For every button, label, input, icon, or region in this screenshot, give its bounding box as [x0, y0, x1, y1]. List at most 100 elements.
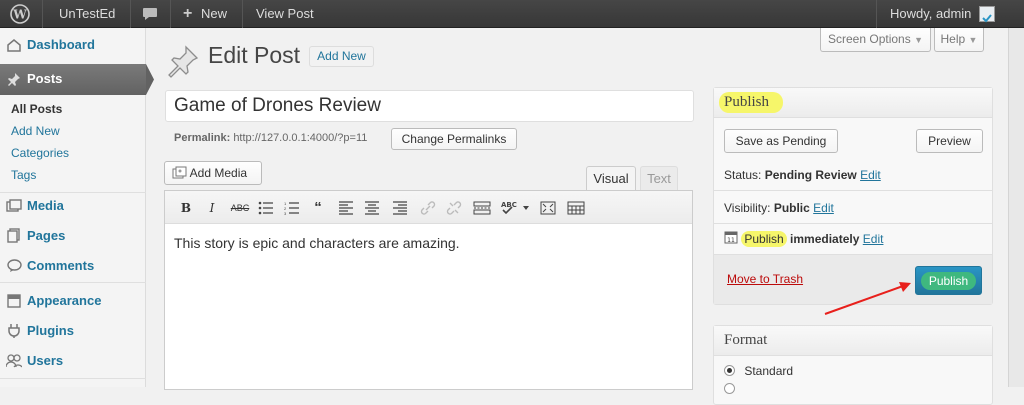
sidebar-item-pages[interactable]: Pages: [0, 221, 146, 251]
greeting-text: Howdy, admin: [890, 6, 972, 21]
submenu-all-posts[interactable]: All Posts: [11, 102, 62, 116]
page-title: Edit Post: [208, 42, 301, 68]
admin-bar: W UnTestEd + New View Post Howdy, admin: [0, 0, 1024, 28]
status-label: Status:: [724, 168, 762, 182]
fullscreen-icon[interactable]: [539, 197, 557, 219]
sidebar-item-label: Posts: [27, 71, 63, 86]
comments-icon: [6, 251, 22, 284]
add-new-post-button[interactable]: Add New: [309, 46, 374, 67]
numbered-list-icon[interactable]: 123: [283, 197, 301, 219]
caret-down-icon: ▼: [968, 35, 978, 45]
format-option-next[interactable]: [724, 382, 735, 397]
permalink-url[interactable]: http://127.0.0.1:4000/?p=11: [233, 132, 367, 144]
status-divider: [714, 190, 992, 191]
sidebar-item-dashboard[interactable]: Dashboard: [0, 30, 146, 60]
svg-text:3: 3: [284, 211, 287, 215]
publish-button-label: Publish: [920, 272, 977, 290]
blockquote-icon[interactable]: “: [309, 197, 327, 219]
screen-options-button[interactable]: Screen Options ▼: [820, 28, 931, 52]
plus-icon: +: [183, 5, 193, 22]
tab-text[interactable]: Text: [640, 166, 678, 190]
schedule-row: 11 Publish immediately Edit: [724, 230, 884, 247]
save-as-pending-button[interactable]: Save as Pending: [724, 129, 838, 153]
view-post-link[interactable]: View Post: [256, 0, 314, 28]
publish-box-title: Publish: [719, 92, 784, 113]
sidebar-item-label: Media: [27, 198, 64, 213]
edit-status-link[interactable]: Edit: [860, 168, 881, 182]
post-pushpin-icon: [166, 44, 200, 78]
new-content-button[interactable]: + New: [183, 0, 227, 28]
publish-box-header: Publish: [714, 88, 992, 118]
tab-visual[interactable]: Visual: [586, 166, 636, 190]
radio-selected-icon[interactable]: [724, 365, 735, 377]
admin-sidebar: Dashboard Posts All Posts Add New Catego…: [0, 28, 154, 387]
sidebar-item-label: Users: [27, 353, 64, 368]
bullet-list-icon[interactable]: [257, 197, 275, 219]
align-right-icon[interactable]: [391, 197, 409, 219]
site-name-link[interactable]: UnTestEd: [59, 0, 115, 28]
submenu-add-new[interactable]: Add New: [11, 124, 60, 138]
strikethrough-icon[interactable]: ABC: [229, 197, 251, 219]
sidebar-item-posts[interactable]: Posts: [0, 64, 154, 97]
read-more-icon[interactable]: [473, 197, 491, 219]
caret-down-icon: ▼: [914, 35, 923, 45]
sidebar-item-label: Dashboard: [27, 37, 95, 52]
screen-options-label: Screen Options: [828, 32, 911, 46]
calendar-icon: 11: [724, 230, 738, 247]
sidebar-item-label: Comments: [27, 258, 95, 273]
appearance-icon: [6, 286, 22, 319]
sidebar-item-users[interactable]: Users: [0, 346, 146, 376]
svg-text:11: 11: [727, 237, 735, 244]
spellcheck-icon[interactable]: ABC: [501, 197, 531, 219]
format-option-standard[interactable]: Standard: [724, 364, 793, 378]
bold-icon[interactable]: B: [177, 197, 195, 219]
preview-button[interactable]: Preview: [916, 129, 983, 153]
kitchen-sink-icon[interactable]: [567, 197, 585, 219]
edit-visibility-link[interactable]: Edit: [813, 201, 834, 215]
editor-body[interactable]: This story is epic and characters are am…: [174, 235, 460, 251]
account-greeting[interactable]: Howdy, admin: [890, 0, 996, 28]
help-label: Help: [940, 32, 966, 46]
publish-button[interactable]: Publish: [915, 266, 982, 295]
sidebar-item-label: Plugins: [27, 323, 74, 338]
main-content: Screen Options ▼ Help ▼ Edit Post Add Ne…: [146, 28, 1024, 405]
radio-icon[interactable]: [724, 383, 735, 394]
align-center-icon[interactable]: [363, 197, 381, 219]
add-media-button[interactable]: Add Media: [164, 161, 262, 185]
permalink-label: Permalink:: [174, 132, 231, 144]
italic-icon[interactable]: I: [203, 197, 221, 219]
sidebar-item-plugins[interactable]: Plugins: [0, 316, 146, 346]
comments-icon[interactable]: [142, 0, 158, 28]
status-value: Pending Review: [764, 168, 857, 182]
insert-link-icon[interactable]: [419, 197, 437, 219]
pin-icon: [6, 64, 22, 97]
submenu-categories[interactable]: Categories: [11, 146, 69, 160]
visibility-divider: [714, 223, 992, 224]
align-left-icon[interactable]: [337, 197, 355, 219]
editor-toolbar: B I ABC 123 “ ABC: [165, 191, 692, 224]
unlink-icon[interactable]: [445, 197, 463, 219]
wordpress-logo-icon[interactable]: W: [10, 0, 32, 28]
publish-box: Publish Save as Pending Preview Status: …: [713, 87, 993, 305]
move-to-trash-link[interactable]: Move to Trash: [727, 272, 803, 286]
media-icon: [6, 191, 22, 224]
new-label: New: [200, 6, 227, 21]
scrollbar-track[interactable]: [1008, 28, 1024, 387]
change-permalinks-button[interactable]: Change Permalinks: [391, 128, 517, 150]
svg-text:W: W: [12, 8, 27, 22]
edit-schedule-link[interactable]: Edit: [863, 232, 884, 246]
permalink-row: Permalink: http://127.0.0.1:4000/?p=11: [174, 132, 367, 144]
sidebar-item-comments[interactable]: Comments: [0, 251, 146, 281]
annotation-arrow-icon: [824, 282, 911, 315]
sidebar-item-appearance[interactable]: Appearance: [0, 286, 146, 316]
format-box-header: Format: [714, 326, 992, 356]
sidebar-item-label: Appearance: [27, 293, 102, 308]
submenu-tags[interactable]: Tags: [11, 168, 36, 182]
sidebar-item-media[interactable]: Media: [0, 191, 146, 221]
format-box: Format Standard: [713, 325, 993, 405]
help-button[interactable]: Help ▼: [934, 28, 984, 52]
post-title-input[interactable]: [165, 90, 694, 122]
plugins-icon: [6, 316, 22, 349]
visibility-label: Visibility:: [724, 201, 771, 215]
pages-icon: [6, 221, 22, 254]
